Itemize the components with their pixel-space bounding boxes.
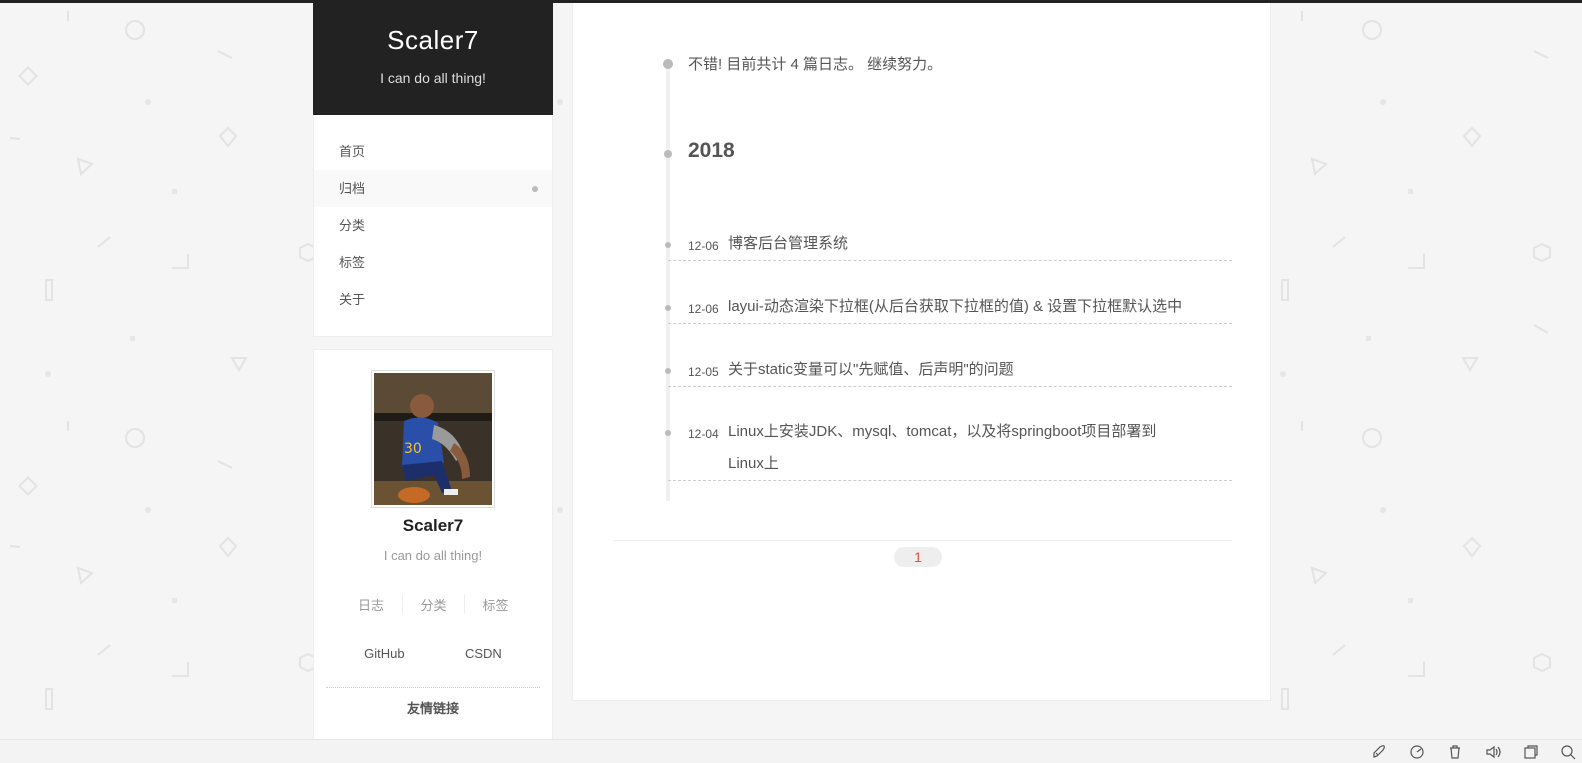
- timeline-dot-icon: [663, 59, 673, 69]
- menu-item-label: 标签: [339, 255, 366, 270]
- menu-item-label: 首页: [339, 144, 366, 159]
- stat-posts[interactable]: 日志: [340, 595, 402, 614]
- avatar: 30: [371, 370, 495, 508]
- site-header: Scaler7 I can do all thing!: [313, 3, 553, 115]
- post-item[interactable]: 12-05 关于static变量可以"先赋值、后声明"的问题: [668, 354, 1232, 387]
- profile-card: 30 Scaler7 I can do all thing! 日志 分类 标签 …: [313, 349, 553, 740]
- speed-icon[interactable]: [1409, 744, 1425, 760]
- volume-icon[interactable]: [1485, 744, 1501, 760]
- profile-stats: 日志 分类 标签: [314, 595, 552, 614]
- github-link[interactable]: GitHub: [364, 646, 404, 661]
- archive-year: 2018: [688, 139, 735, 162]
- avatar-photo: 30: [374, 373, 492, 505]
- timeline-dot-icon: [664, 150, 672, 158]
- menu-item-label: 关于: [339, 292, 366, 307]
- archive-summary: 不错! 目前共计 4 篇日志。 继续努力。: [688, 56, 943, 73]
- rocket-icon[interactable]: [1371, 744, 1387, 760]
- social-links: GitHub CSDN: [314, 646, 552, 661]
- svg-text:30: 30: [404, 441, 422, 457]
- menu-item-archive[interactable]: 归档: [314, 170, 552, 207]
- site-subtitle: I can do all thing!: [380, 70, 486, 86]
- post-item[interactable]: 12-06 博客后台管理系统: [668, 228, 1232, 261]
- window-icon[interactable]: [1523, 744, 1539, 760]
- menu-item-tags[interactable]: 标签: [314, 244, 552, 281]
- post-date: 12-05: [688, 365, 719, 379]
- bottom-toolbar: [0, 739, 1582, 763]
- post-title[interactable]: layui-动态渲染下拉框(从后台获取下拉框的值) & 设置下拉框默认选中: [728, 291, 1182, 323]
- archive-content: 不错! 目前共计 4 篇日志。 继续努力。 2018 12-06 博客后台管理系…: [572, 3, 1271, 701]
- post-title[interactable]: 博客后台管理系统: [728, 228, 848, 260]
- trash-icon[interactable]: [1447, 744, 1463, 760]
- post-date: 12-06: [688, 302, 719, 316]
- menu-item-categories[interactable]: 分类: [314, 207, 552, 244]
- post-item[interactable]: 12-04 Linux上安装JDK、mysql、tomcat，以及将spring…: [668, 416, 1232, 481]
- friends-links-title: 友情链接: [406, 701, 459, 716]
- post-date: 12-06: [688, 239, 719, 253]
- menu-item-label: 分类: [339, 218, 366, 233]
- sidebar-menu: 首页 归档 分类 标签 关于: [313, 115, 553, 337]
- active-indicator-icon: [532, 186, 538, 192]
- divider: [326, 687, 540, 688]
- post-title[interactable]: 关于static变量可以"先赋值、后声明"的问题: [728, 354, 1014, 386]
- csdn-link[interactable]: CSDN: [465, 646, 502, 661]
- search-icon[interactable]: [1560, 744, 1576, 760]
- profile-description: I can do all thing!: [383, 548, 483, 563]
- menu-item-label: 归档: [339, 181, 366, 196]
- stat-categories[interactable]: 分类: [402, 595, 464, 614]
- post-title-continued[interactable]: Linux上: [728, 448, 779, 480]
- profile-name: Scaler7: [402, 516, 464, 535]
- stat-tags[interactable]: 标签: [464, 595, 526, 614]
- post-item[interactable]: 12-06 layui-动态渲染下拉框(从后台获取下拉框的值) & 设置下拉框默…: [668, 291, 1232, 324]
- pagination-divider: [613, 540, 1232, 541]
- pagination-current-page[interactable]: 1: [894, 547, 942, 567]
- post-title[interactable]: Linux上安装JDK、mysql、tomcat，以及将springboot项目…: [728, 416, 1156, 448]
- menu-item-about[interactable]: 关于: [314, 281, 552, 318]
- post-date: 12-04: [688, 427, 719, 441]
- menu-item-home[interactable]: 首页: [314, 133, 552, 170]
- site-title[interactable]: Scaler7: [313, 25, 553, 56]
